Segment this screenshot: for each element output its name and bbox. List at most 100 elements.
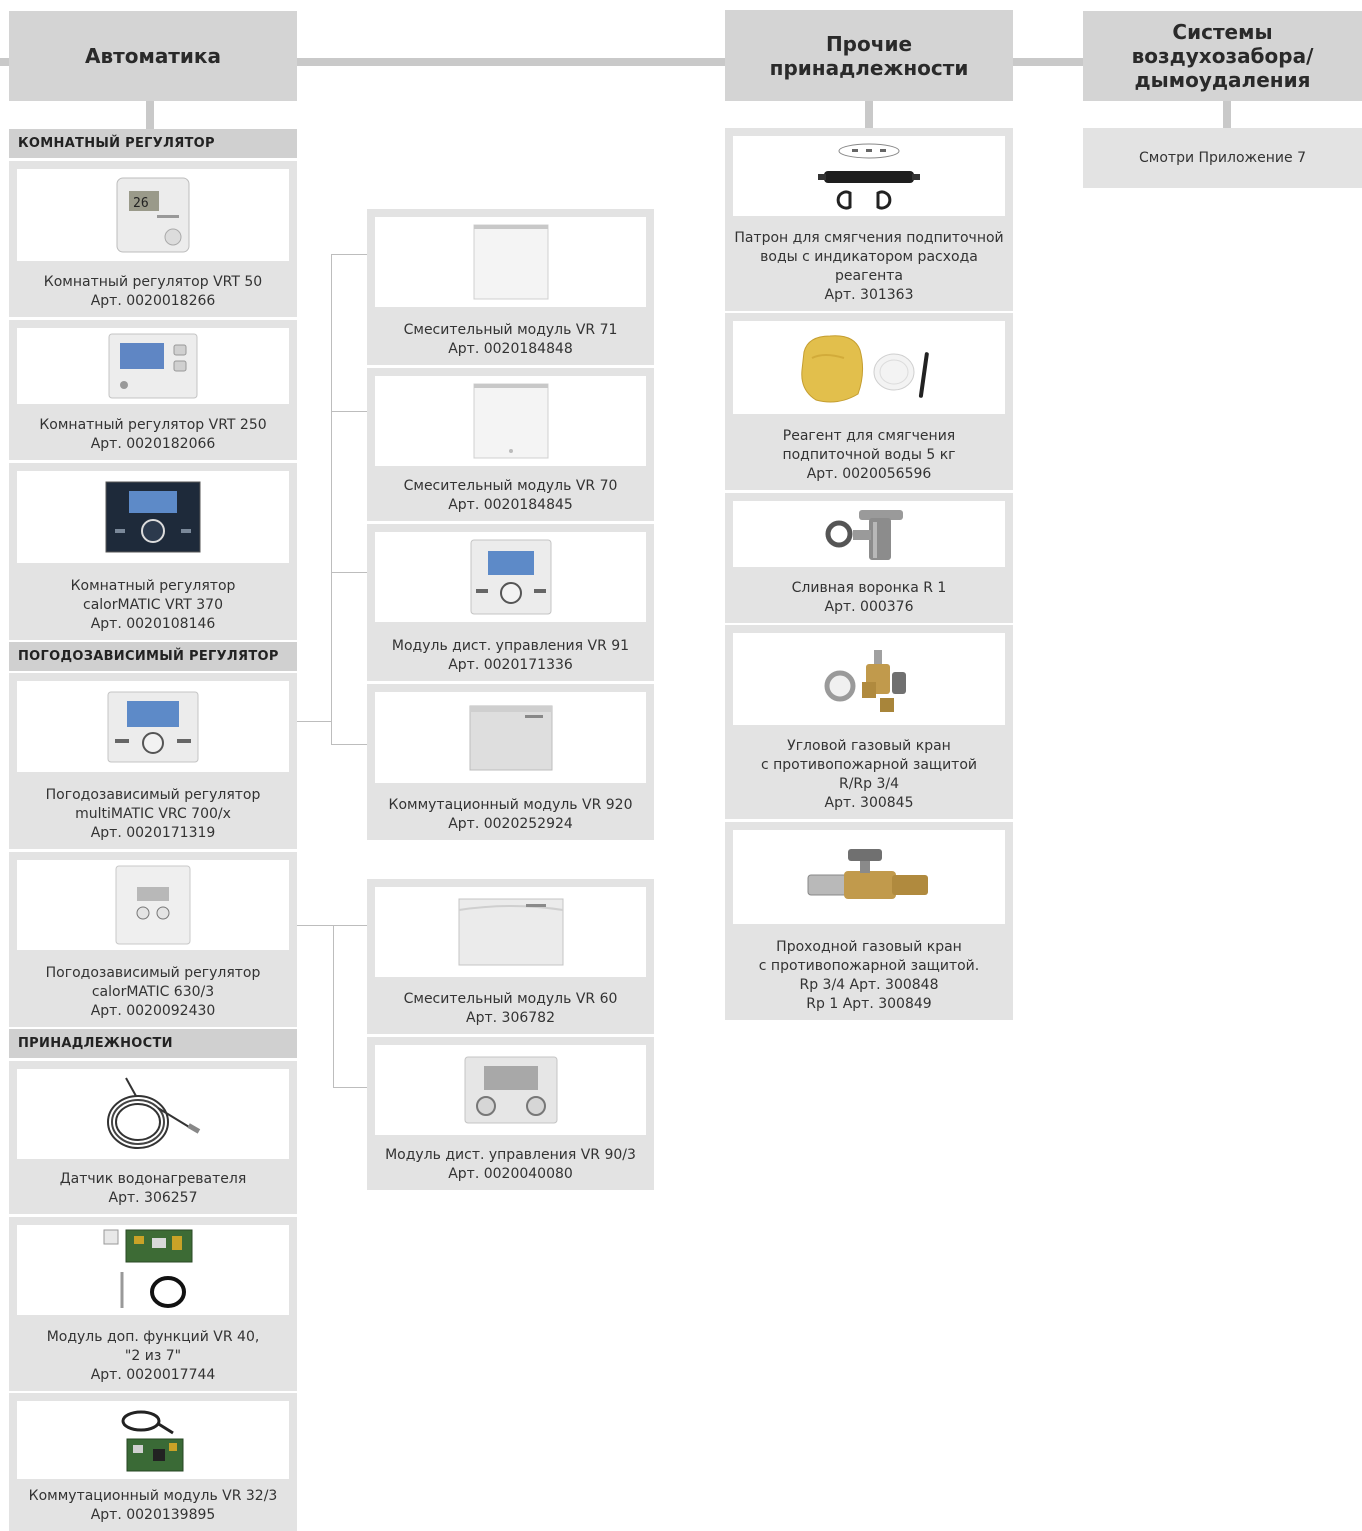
header-automation: Автоматика	[9, 11, 297, 101]
product-card-vrt50[interactable]: 26 Комнатный регулятор VRT 50 Арт. 00200…	[9, 161, 297, 317]
product-card-vrc700[interactable]: Погодозависимый регулятор multiMATIC VRC…	[9, 673, 297, 849]
top-connector-automation-to-other	[297, 58, 725, 66]
product-photo	[375, 1045, 646, 1135]
angle-gas-valve-icon	[824, 650, 906, 712]
product-card-vrt250[interactable]: Комнатный регулятор VRT 250 Арт. 0020182…	[9, 320, 297, 460]
product-card-vr40[interactable]: Модуль доп. функций VR 40, "2 из 7" Арт.…	[9, 1217, 297, 1391]
bracket-lower-tick	[333, 1087, 367, 1088]
header-flue-systems: Системы воздухозабора/ дымоудаления	[1083, 11, 1362, 101]
header-other-accessories: Прочие принадлежности	[725, 10, 1013, 101]
product-caption: Модуль дист. управления VR 91 Арт. 00201…	[371, 637, 650, 675]
caption-line: Арт. 0020017744	[90, 1367, 216, 1383]
product-caption: Коммутационный модуль VR 920 Арт. 002025…	[371, 796, 650, 834]
bracket-upper-vertical	[331, 254, 332, 745]
caption-line: Арт. 0020184845	[448, 497, 573, 513]
bracket-upper-tick-2	[331, 411, 367, 412]
caption-line: Арт. 0020139895	[90, 1507, 216, 1523]
caption-line: Коммутационный модуль VR 32/3	[28, 1488, 278, 1504]
caption-line: Арт. 306257	[108, 1190, 198, 1206]
product-card-vr91[interactable]: Модуль дист. управления VR 91 Арт. 00201…	[367, 524, 654, 681]
product-card-sensor[interactable]: Датчик водонагревателя Арт. 306257	[9, 1061, 297, 1214]
product-caption: Модуль доп. функций VR 40, "2 из 7" Арт.…	[13, 1328, 293, 1385]
product-card-vrt370[interactable]: Комнатный регулятор calorMATIC VRT 370 А…	[9, 463, 297, 640]
product-caption: Датчик водонагревателя Арт. 306257	[13, 1170, 293, 1208]
weather-controller-knob-icon	[107, 691, 199, 762]
product-caption: Комнатный регулятор calorMATIC VRT 370 А…	[13, 577, 293, 634]
caption-line: "2 из 7"	[124, 1348, 182, 1364]
product-photo	[375, 532, 646, 622]
product-photo	[17, 328, 289, 404]
product-caption: Модуль дист. управления VR 90/3 Арт. 002…	[371, 1146, 650, 1184]
caption-line: Арт. 0020171319	[90, 825, 216, 841]
caption-line: Угловой газовый кран	[787, 738, 951, 754]
top-connector-other-to-flue	[1013, 58, 1083, 66]
caption-line: Смесительный модуль VR 71	[403, 322, 618, 338]
caption-line: Комнатный регулятор VRT 50	[43, 274, 263, 290]
product-card-straight-gas-valve[interactable]: Проходной газовый кран с противопожарной…	[725, 822, 1013, 1020]
reagent-bag-icon	[801, 334, 929, 402]
product-caption: Патрон для смягчения подпиточной воды с …	[729, 229, 1009, 305]
caption-line: Комнатный регулятор	[70, 578, 236, 594]
coiled-sensor-cable-icon	[107, 1077, 201, 1149]
straight-gas-valve-icon	[807, 849, 928, 899]
bracket-upper-tick-3	[331, 572, 367, 573]
automation-drop-line	[146, 101, 154, 129]
product-caption: Комнатный регулятор VRT 250 Арт. 0020182…	[13, 416, 293, 454]
product-card-vr70[interactable]: Смесительный модуль VR 70 Арт. 002018484…	[367, 368, 654, 521]
caption-line: R/Rp 3/4	[838, 776, 900, 792]
product-caption: Смесительный модуль VR 70 Арт. 002018484…	[371, 477, 650, 515]
product-photo	[375, 217, 646, 307]
caption-line: Арт. 0020184848	[448, 341, 573, 357]
product-photo	[17, 681, 289, 772]
caption-line: Комнатный регулятор VRT 250	[39, 417, 267, 433]
product-card-vr71[interactable]: Смесительный модуль VR 71 Арт. 002018484…	[367, 209, 654, 365]
product-card-cartridge[interactable]: Патрон для смягчения подпиточной воды с …	[725, 128, 1013, 311]
caption-line: подпиточной воды 5 кг	[782, 447, 956, 463]
caption-line: Погодозависимый регулятор	[45, 965, 261, 981]
product-card-vr920[interactable]: Коммутационный модуль VR 920 Арт. 002025…	[367, 684, 654, 840]
other-drop-line	[865, 101, 873, 129]
caption-line: Арт. 300845	[824, 795, 914, 811]
product-card-drain-funnel[interactable]: Сливная воронка R 1 Арт. 000376	[725, 493, 1013, 623]
bracket-upper-horizontal	[297, 721, 331, 722]
drain-funnel-icon	[825, 510, 903, 560]
caption-line: Арт. 0020092430	[90, 1003, 216, 1019]
product-photo	[17, 1225, 289, 1315]
caption-line: Модуль доп. функций VR 40,	[46, 1329, 260, 1345]
product-card-reagent[interactable]: Реагент для смягчения подпиточной воды 5…	[725, 313, 1013, 490]
caption-line: с противопожарной защитой	[760, 757, 977, 773]
grey-module-box-icon	[469, 705, 552, 770]
caption-line: Патрон для смягчения подпиточной	[734, 230, 1004, 246]
room-thermostat-display-icon: 26	[116, 177, 190, 253]
product-photo	[733, 501, 1005, 567]
caption-line: Арт. 000376	[824, 599, 914, 615]
remote-controller-two-knobs-icon	[464, 1056, 557, 1124]
product-card-calormatic-630[interactable]: Погодозависимый регулятор calorMATIC 630…	[9, 852, 297, 1027]
caption-line: Проходной газовый кран	[776, 939, 962, 955]
caption-line: с противопожарной защитой.	[758, 958, 980, 974]
caption-line: calorMATIC 630/3	[91, 984, 215, 1000]
product-card-vr90[interactable]: Модуль дист. управления VR 90/3 Арт. 002…	[367, 1037, 654, 1190]
remote-controller-knob-icon	[470, 539, 551, 615]
bracket-upper-tick-4	[331, 744, 367, 745]
product-card-vr32[interactable]: Коммутационный модуль VR 32/3 Арт. 00201…	[9, 1393, 297, 1531]
caption-line: Смесительный модуль VR 70	[403, 478, 618, 494]
product-caption: Комнатный регулятор VRT 50 Арт. 00200182…	[13, 273, 293, 311]
product-caption: Погодозависимый регулятор calorMATIC 630…	[13, 964, 293, 1021]
product-caption: Коммутационный модуль VR 32/3 Арт. 00201…	[13, 1487, 293, 1525]
product-caption: Проходной газовый кран с противопожарной…	[729, 938, 1009, 1014]
product-photo	[733, 136, 1005, 216]
product-photo	[17, 1401, 289, 1479]
product-card-angle-gas-valve[interactable]: Угловой газовый кран с противопожарной з…	[725, 625, 1013, 819]
product-photo: 26	[17, 169, 289, 261]
caption-line: Арт. 0020252924	[448, 816, 573, 832]
product-card-vr60[interactable]: Смесительный модуль VR 60 Арт. 306782	[367, 879, 654, 1034]
caption-line: Датчик водонагревателя	[59, 1171, 247, 1187]
section-accessories: ПРИНАДЛЕЖНОСТИ	[9, 1029, 297, 1058]
bracket-lower-horizontal	[297, 925, 367, 926]
caption-line: реагента	[835, 268, 903, 284]
white-module-box-icon	[473, 383, 548, 459]
product-photo	[733, 830, 1005, 924]
product-caption: Погодозависимый регулятор multiMATIC VRC…	[13, 786, 293, 843]
caption-line: Арт. 0020182066	[90, 436, 216, 452]
